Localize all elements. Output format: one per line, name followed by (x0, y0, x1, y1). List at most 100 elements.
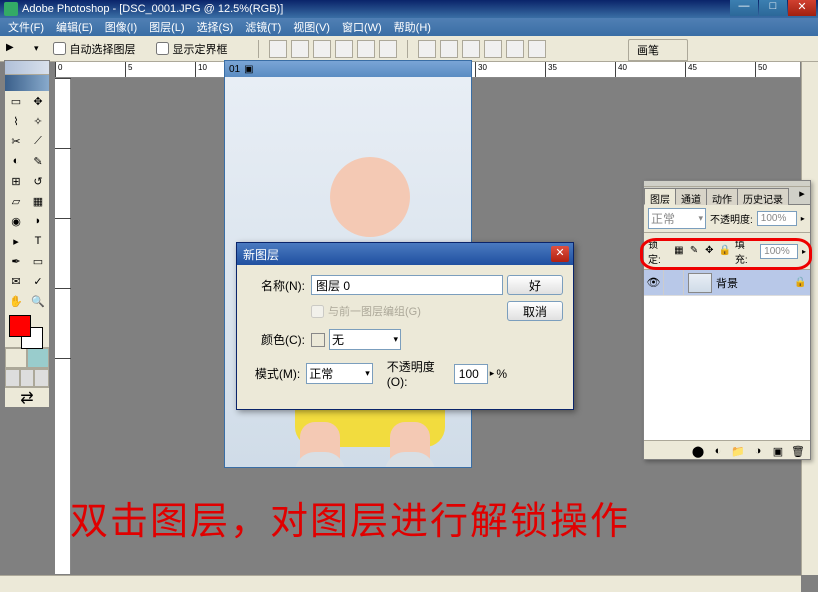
dodge-tool-icon[interactable]: ◗ (27, 211, 49, 231)
maximize-button[interactable]: □ (759, 0, 787, 16)
layers-panel: 图层 通道 动作 历史记录 ▸ 正常 不透明度: 100% ▸ 锁定: ▦ ✎ … (643, 180, 811, 460)
tab-layers[interactable]: 图层 (644, 188, 676, 205)
blend-mode-select[interactable]: 正常 (648, 208, 706, 229)
align-icon[interactable] (269, 40, 287, 58)
quickmask-mode-icon[interactable] (27, 348, 49, 368)
screen-mode-icon[interactable] (20, 369, 35, 387)
lock-pixels-icon[interactable]: ✎ (688, 245, 699, 257)
ok-button[interactable]: 好 (507, 275, 563, 295)
fill-value[interactable]: 100% (760, 244, 798, 259)
distribute-icon[interactable] (506, 40, 524, 58)
align-icon[interactable] (335, 40, 353, 58)
notes-tool-icon[interactable]: ✉ (5, 271, 27, 291)
distribute-icon[interactable] (528, 40, 546, 58)
ruler-vertical (55, 78, 71, 574)
opacity-label: 不透明度: (710, 211, 753, 226)
color-swatches (5, 311, 49, 347)
screen-mode-icon[interactable] (5, 369, 20, 387)
healing-brush-tool-icon[interactable]: ◐ (5, 151, 27, 171)
toolbox: ▭ ✥ ⌇ ✧ ✂ ⟋ ◐ ✎ ⊞ ↺ ▱ ▦ ◉ ◗ ▸ T ✒ ▭ ✉ ✓ … (4, 60, 50, 408)
screen-mode-icon[interactable] (34, 369, 49, 387)
app-icon (4, 2, 18, 16)
layer-thumbnail[interactable] (688, 273, 712, 293)
lock-icon: 🔒 (794, 277, 810, 288)
pen-tool-icon[interactable]: ✒ (5, 251, 27, 271)
scrollbar-horizontal[interactable] (0, 575, 801, 592)
lock-transparent-icon[interactable]: ▦ (673, 245, 684, 257)
annotation-text: 双击图层，对图层进行解锁操作 (70, 490, 630, 545)
adjustment-layer-icon[interactable]: ◑ (750, 444, 766, 460)
path-selection-tool-icon[interactable]: ▸ (5, 231, 27, 251)
slice-tool-icon[interactable]: ⟋ (27, 131, 49, 151)
group-prev-checkbox (311, 305, 324, 318)
align-icon[interactable] (291, 40, 309, 58)
layer-set-icon[interactable]: 📁 (730, 444, 746, 460)
minimize-button[interactable]: — (730, 0, 758, 16)
shape-tool-icon[interactable]: ▭ (27, 251, 49, 271)
opacity-value[interactable]: 100% (757, 211, 797, 226)
link-column[interactable] (664, 270, 684, 295)
color-select[interactable]: 无 (329, 329, 401, 350)
history-brush-tool-icon[interactable]: ↺ (27, 171, 49, 191)
new-layer-icon[interactable]: ▣ (770, 444, 786, 460)
menu-help[interactable]: 帮助(H) (388, 17, 437, 37)
dialog-titlebar[interactable]: 新图层 ✕ (237, 243, 573, 265)
jump-to-imageready-icon[interactable]: ⇄ (5, 387, 49, 407)
brush-tool-icon[interactable]: ✎ (27, 151, 49, 171)
document-titlebar[interactable]: 01 ▣ (225, 61, 471, 77)
menu-filter[interactable]: 滤镜(T) (239, 17, 287, 37)
auto-select-layer-checkbox[interactable]: 自动选择图层 (53, 41, 136, 57)
align-icon[interactable] (313, 40, 331, 58)
menu-view[interactable]: 视图(V) (287, 17, 336, 37)
opacity-input[interactable] (454, 364, 488, 384)
blur-tool-icon[interactable]: ◉ (5, 211, 27, 231)
distribute-icon[interactable] (440, 40, 458, 58)
marquee-tool-icon[interactable]: ▭ (5, 91, 27, 111)
tab-channels[interactable]: 通道 (675, 188, 707, 205)
align-icon[interactable] (357, 40, 375, 58)
type-tool-icon[interactable]: T (27, 231, 49, 251)
layer-row-background[interactable]: 👁 背景 🔒 (644, 270, 810, 296)
move-tool-icon[interactable]: ✥ (27, 91, 49, 111)
zoom-tool-icon[interactable]: 🔍 (27, 291, 49, 311)
align-icon[interactable] (379, 40, 397, 58)
menu-edit[interactable]: 编辑(E) (50, 17, 99, 37)
show-bounding-box-checkbox[interactable]: 显示定界框 (156, 41, 228, 57)
layer-name-label: 背景 (716, 275, 794, 291)
distribute-icon[interactable] (418, 40, 436, 58)
lock-all-icon[interactable]: 🔒 (719, 245, 731, 257)
menu-layer[interactable]: 图层(L) (143, 17, 190, 37)
mode-select[interactable]: 正常 (306, 363, 373, 384)
menu-select[interactable]: 选择(S) (191, 17, 240, 37)
menu-window[interactable]: 窗口(W) (336, 17, 388, 37)
foreground-color-swatch[interactable] (9, 315, 31, 337)
name-input[interactable] (311, 275, 503, 295)
panel-menu-icon[interactable]: ▸ (794, 187, 810, 204)
distribute-icon[interactable] (462, 40, 480, 58)
clone-stamp-tool-icon[interactable]: ⊞ (5, 171, 27, 191)
visibility-icon[interactable]: 👁 (644, 270, 664, 295)
tab-actions[interactable]: 动作 (706, 188, 738, 205)
distribute-icon[interactable] (484, 40, 502, 58)
hand-tool-icon[interactable]: ✋ (5, 291, 27, 311)
cancel-button[interactable]: 取消 (507, 301, 563, 321)
delete-layer-icon[interactable]: 🗑 (790, 444, 806, 460)
tab-history[interactable]: 历史记录 (737, 188, 789, 205)
lock-position-icon[interactable]: ✥ (704, 245, 715, 257)
magic-wand-tool-icon[interactable]: ✧ (27, 111, 49, 131)
layer-effects-icon[interactable]: ⬤ (690, 444, 706, 460)
menu-image[interactable]: 图像(I) (99, 17, 143, 37)
eraser-tool-icon[interactable]: ▱ (5, 191, 27, 211)
standard-mode-icon[interactable] (5, 348, 27, 368)
crop-tool-icon[interactable]: ✂ (5, 131, 27, 151)
lasso-tool-icon[interactable]: ⌇ (5, 111, 27, 131)
close-button[interactable]: ✕ (788, 0, 816, 16)
eyedropper-tool-icon[interactable]: ✓ (27, 271, 49, 291)
layer-mask-icon[interactable]: ◐ (710, 444, 726, 460)
menu-file[interactable]: 文件(F) (2, 17, 50, 37)
gradient-tool-icon[interactable]: ▦ (27, 191, 49, 211)
fill-label: 填充: (735, 236, 756, 266)
options-bar: ▾ 自动选择图层 显示定界框 (0, 36, 818, 62)
brush-panel-tab[interactable]: 画笔 (628, 39, 688, 61)
dialog-close-button[interactable]: ✕ (551, 246, 569, 262)
